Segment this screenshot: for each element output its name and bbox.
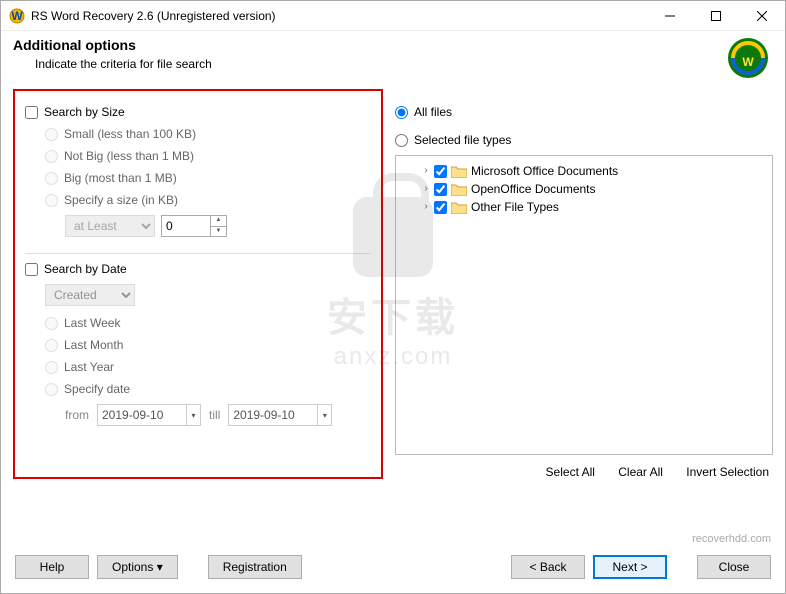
date-type-select[interactable]: Created bbox=[45, 284, 135, 306]
date-till-label: till bbox=[209, 408, 220, 422]
size-value-input[interactable] bbox=[161, 215, 211, 237]
chevron-right-icon[interactable]: › bbox=[420, 183, 432, 195]
invert-selection-link[interactable]: Invert Selection bbox=[686, 465, 769, 479]
date-lastyear-label: Last Year bbox=[64, 360, 114, 374]
folder-icon bbox=[451, 201, 467, 214]
size-mode-select[interactable]: at Least bbox=[65, 215, 155, 237]
titlebar: W RS Word Recovery 2.6 (Unregistered ver… bbox=[1, 1, 785, 31]
date-lastyear-radio[interactable] bbox=[45, 361, 58, 374]
date-from-dropdown[interactable]: ▾ bbox=[187, 404, 201, 426]
footer-url: recoverhdd.com bbox=[15, 533, 771, 545]
tree-item-label: Other File Types bbox=[471, 200, 559, 214]
date-till-input[interactable] bbox=[228, 404, 318, 426]
close-button[interactable] bbox=[739, 1, 785, 31]
size-small-radio[interactable] bbox=[45, 128, 58, 141]
tree-checkbox[interactable] bbox=[434, 183, 447, 196]
file-types-panel: All files Selected file types › Microsof… bbox=[395, 89, 773, 479]
search-by-date-label: Search by Date bbox=[44, 262, 127, 276]
search-by-date-checkbox[interactable] bbox=[25, 263, 38, 276]
size-specify-label: Specify a size (in KB) bbox=[64, 193, 178, 207]
select-all-link[interactable]: Select All bbox=[546, 465, 595, 479]
maximize-button[interactable] bbox=[693, 1, 739, 31]
date-till-dropdown[interactable]: ▾ bbox=[318, 404, 332, 426]
chevron-right-icon[interactable]: › bbox=[420, 201, 432, 213]
divider bbox=[25, 253, 371, 254]
tree-item[interactable]: › Microsoft Office Documents bbox=[402, 162, 766, 180]
registration-button[interactable]: Registration bbox=[208, 555, 302, 579]
folder-icon bbox=[451, 165, 467, 178]
tree-item-label: OpenOffice Documents bbox=[471, 182, 596, 196]
search-by-size-label: Search by Size bbox=[44, 105, 125, 119]
svg-text:W: W bbox=[742, 55, 754, 69]
date-lastmonth-label: Last Month bbox=[64, 338, 123, 352]
options-button[interactable]: Options ▾ bbox=[97, 555, 178, 579]
tree-item-label: Microsoft Office Documents bbox=[471, 164, 618, 178]
selected-types-radio[interactable] bbox=[395, 134, 408, 147]
app-icon: W bbox=[9, 8, 25, 24]
search-criteria-panel: Search by Size Small (less than 100 KB) … bbox=[13, 89, 383, 479]
svg-text:W: W bbox=[11, 9, 23, 23]
file-types-tree: › Microsoft Office Documents › OpenOffic… bbox=[395, 155, 773, 455]
size-notbig-label: Not Big (less than 1 MB) bbox=[64, 149, 194, 163]
tree-item[interactable]: › OpenOffice Documents bbox=[402, 180, 766, 198]
date-specify-radio[interactable] bbox=[45, 383, 58, 396]
tree-checkbox[interactable] bbox=[434, 201, 447, 214]
size-spinner[interactable]: ▲▼ bbox=[211, 215, 227, 237]
date-specify-label: Specify date bbox=[64, 382, 130, 396]
date-lastmonth-radio[interactable] bbox=[45, 339, 58, 352]
page-subtitle: Indicate the criteria for file search bbox=[13, 57, 727, 71]
page-header: Additional options Indicate the criteria… bbox=[1, 31, 785, 89]
window-title: RS Word Recovery 2.6 (Unregistered versi… bbox=[31, 9, 647, 23]
product-logo-icon: W bbox=[727, 37, 769, 79]
size-small-label: Small (less than 100 KB) bbox=[64, 127, 196, 141]
tree-checkbox[interactable] bbox=[434, 165, 447, 178]
clear-all-link[interactable]: Clear All bbox=[618, 465, 663, 479]
page-title: Additional options bbox=[13, 37, 727, 53]
size-big-label: Big (most than 1 MB) bbox=[64, 171, 177, 185]
folder-icon bbox=[451, 183, 467, 196]
all-files-radio[interactable] bbox=[395, 106, 408, 119]
next-button[interactable]: Next > bbox=[593, 555, 667, 579]
search-by-size-checkbox[interactable] bbox=[25, 106, 38, 119]
minimize-button[interactable] bbox=[647, 1, 693, 31]
all-files-label: All files bbox=[414, 105, 452, 119]
date-from-input[interactable] bbox=[97, 404, 187, 426]
tree-item[interactable]: › Other File Types bbox=[402, 198, 766, 216]
date-lastweek-label: Last Week bbox=[64, 316, 120, 330]
footer: recoverhdd.com Help Options ▾ Registrati… bbox=[1, 533, 785, 593]
date-from-label: from bbox=[65, 408, 89, 422]
help-button[interactable]: Help bbox=[15, 555, 89, 579]
chevron-right-icon[interactable]: › bbox=[420, 165, 432, 177]
size-specify-radio[interactable] bbox=[45, 194, 58, 207]
selected-types-label: Selected file types bbox=[414, 133, 511, 147]
date-lastweek-radio[interactable] bbox=[45, 317, 58, 330]
size-big-radio[interactable] bbox=[45, 172, 58, 185]
back-button[interactable]: < Back bbox=[511, 555, 585, 579]
size-notbig-radio[interactable] bbox=[45, 150, 58, 163]
close-button-footer[interactable]: Close bbox=[697, 555, 771, 579]
